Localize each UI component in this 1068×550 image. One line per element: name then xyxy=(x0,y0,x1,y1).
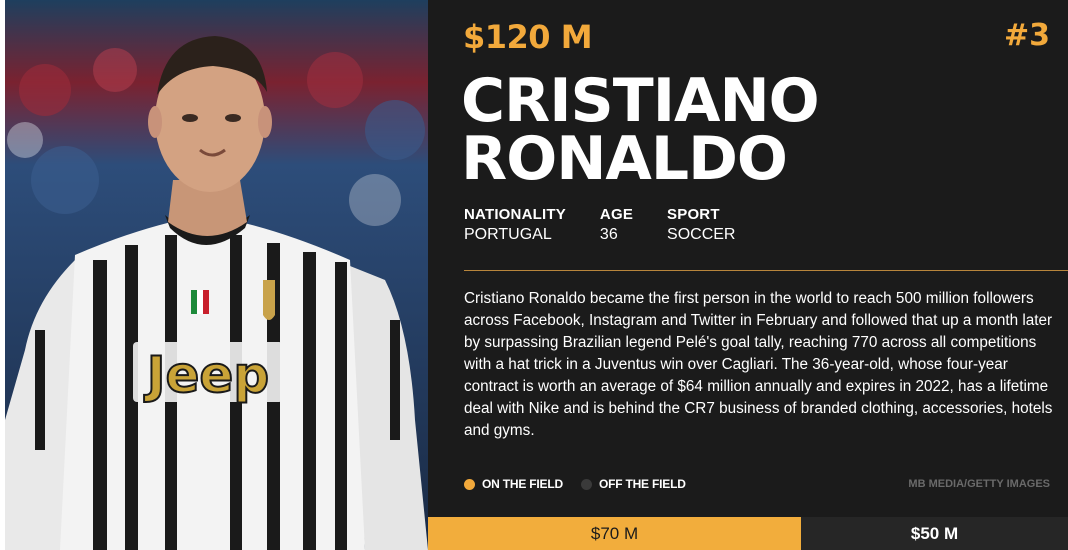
off-field-earnings-label: $50 M xyxy=(910,523,959,543)
earnings-split-bar: $70 M $50 M xyxy=(428,517,1068,550)
athlete-info-panel: $120 M #3 CRISTIANO RONALDO NATIONALITY … xyxy=(428,0,1068,550)
fact-value: PORTUGAL xyxy=(464,226,552,243)
legend-label: ON THE FIELD xyxy=(482,477,563,491)
fact-value: 36 xyxy=(599,226,618,243)
off-field-earnings-segment: $50 M xyxy=(801,517,1068,550)
on-field-earnings-segment: $70 M xyxy=(428,517,801,550)
legend-off-field: OFF THE FIELD xyxy=(580,477,686,491)
athlete-name: CRISTIANO RONALDO xyxy=(461,66,820,194)
on-field-earnings-label: $70 M xyxy=(590,523,639,543)
fact-nationality: NATIONALITY PORTUGAL xyxy=(464,206,566,244)
earnings-legend: ON THE FIELD OFF THE FIELD xyxy=(464,477,704,491)
fact-label: NATIONALITY xyxy=(464,206,566,223)
athlete-last-name: RONALDO xyxy=(461,124,788,194)
athlete-first-name: CRISTIANO xyxy=(461,66,820,136)
off-field-dot-icon xyxy=(580,478,592,490)
fact-label: SPORT xyxy=(667,206,720,223)
section-divider xyxy=(464,270,1068,271)
fact-label: AGE xyxy=(599,206,634,223)
total-earnings: $120 M xyxy=(463,18,593,56)
athlete-photo: Jeep xyxy=(5,0,428,550)
fact-age: AGE 36 xyxy=(600,206,633,244)
legend-on-field: ON THE FIELD xyxy=(464,477,563,491)
legend-label: OFF THE FIELD xyxy=(598,477,686,491)
jersey-sponsor-logo: Jeep xyxy=(144,346,269,404)
photo-credit: MB MEDIA/GETTY IMAGES xyxy=(908,478,1050,490)
on-field-dot-icon xyxy=(464,478,475,490)
athlete-facts: NATIONALITY PORTUGAL AGE 36 SPORT SOCCER xyxy=(464,206,769,244)
fact-sport: SPORT SOCCER xyxy=(667,206,735,244)
athlete-bio: Cristiano Ronaldo became the first perso… xyxy=(464,290,1053,439)
fact-value: SOCCER xyxy=(667,226,736,243)
rank-badge: #3 xyxy=(1003,18,1050,53)
